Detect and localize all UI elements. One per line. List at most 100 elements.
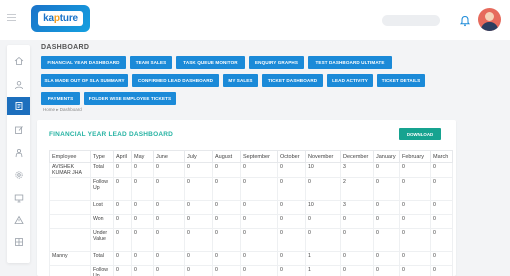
value-cell: 0 bbox=[240, 251, 278, 266]
table-row: Follow Up 0 0 0 0 0 0 0 0 2 0 0 0 bbox=[49, 177, 453, 201]
home-icon[interactable] bbox=[7, 52, 30, 70]
value-cell: 0 bbox=[430, 228, 453, 252]
test-dashboard-ultimate-button[interactable]: TEST DASHBOARD ULTIMATE bbox=[308, 56, 392, 69]
value-cell: 0 bbox=[305, 177, 341, 201]
column-header: January bbox=[373, 150, 400, 163]
menu-icon[interactable] bbox=[7, 14, 16, 22]
value-cell: 0 bbox=[430, 177, 453, 201]
value-cell: 0 bbox=[184, 162, 213, 178]
value-cell: 0 bbox=[131, 200, 154, 215]
value-cell: 0 bbox=[212, 162, 241, 178]
sidebar bbox=[7, 45, 30, 263]
search-input[interactable] bbox=[382, 15, 440, 26]
value-cell: 0 bbox=[399, 200, 431, 215]
value-cell: 0 bbox=[113, 265, 132, 276]
value-cell: 0 bbox=[373, 228, 400, 252]
grid-icon[interactable] bbox=[7, 233, 30, 251]
value-cell: 0 bbox=[373, 177, 400, 201]
team-sales-button[interactable]: TEAM SALES bbox=[130, 56, 172, 69]
value-cell: 0 bbox=[113, 177, 132, 201]
value-cell: 0 bbox=[399, 162, 431, 178]
ticket-dashboard-button[interactable]: TICKET DASHBOARD bbox=[262, 74, 323, 87]
value-cell: 0 bbox=[373, 214, 400, 229]
value-cell: 0 bbox=[131, 162, 154, 178]
lead-table: Employee Type April May June July August… bbox=[49, 150, 453, 276]
value-cell: 0 bbox=[113, 228, 132, 252]
value-cell: 0 bbox=[430, 251, 453, 266]
user-avatar[interactable] bbox=[478, 8, 501, 31]
monitor-icon[interactable] bbox=[7, 189, 30, 207]
confirmed-lead-dashboard-button[interactable]: CONFIRMED LEAD DASHBOARD bbox=[132, 74, 219, 87]
edit-icon[interactable] bbox=[7, 121, 30, 139]
employee-cell bbox=[49, 228, 91, 252]
document-icon[interactable] bbox=[7, 97, 30, 115]
person-icon[interactable] bbox=[7, 144, 30, 162]
value-cell: 0 bbox=[113, 200, 132, 215]
value-cell: 0 bbox=[131, 214, 154, 229]
value-cell: 0 bbox=[153, 162, 185, 178]
value-cell: 0 bbox=[240, 177, 278, 201]
column-header: June bbox=[153, 150, 185, 163]
value-cell: 0 bbox=[212, 200, 241, 215]
employee-cell bbox=[49, 200, 91, 215]
value-cell: 0 bbox=[153, 251, 185, 266]
logo-text-c: ture bbox=[59, 13, 78, 24]
value-cell: 0 bbox=[113, 251, 132, 266]
value-cell: 2 bbox=[340, 177, 374, 201]
financial-year-lead-card: FINANCIAL YEAR LEAD DASHBOARD DOWNLOAD E… bbox=[37, 120, 456, 276]
sla-summary-button[interactable]: SLA MADE OUT OF SLA SUMMARY bbox=[41, 74, 128, 87]
bell-icon[interactable] bbox=[459, 15, 471, 27]
column-header: September bbox=[240, 150, 278, 163]
column-header: February bbox=[399, 150, 431, 163]
settings-icon[interactable] bbox=[7, 166, 30, 184]
value-cell: 0 bbox=[240, 200, 278, 215]
value-cell: 0 bbox=[153, 228, 185, 252]
value-cell: 0 bbox=[430, 162, 453, 178]
employee-cell: AVISHEK KUMAR JHA bbox=[49, 162, 91, 178]
lead-activity-button[interactable]: LEAD ACTIVITY bbox=[327, 74, 373, 87]
value-cell: 0 bbox=[430, 200, 453, 215]
enquiry-graphs-button[interactable]: ENQUIRY GRAPHS bbox=[249, 56, 304, 69]
financial-year-dashboard-button[interactable]: FINANCIAL YEAR DASHBOARD bbox=[41, 56, 126, 69]
employee-cell bbox=[49, 214, 91, 229]
value-cell: 0 bbox=[212, 265, 241, 276]
download-button[interactable]: DOWNLOAD bbox=[399, 128, 441, 140]
value-cell: 0 bbox=[184, 177, 213, 201]
user-icon[interactable] bbox=[7, 76, 30, 94]
folder-wise-employee-tickets-button[interactable]: FOLDER WISE EMPLOYEE TICKETS bbox=[84, 92, 176, 105]
value-cell: 0 bbox=[240, 265, 278, 276]
page-title: DASHBOARD bbox=[41, 44, 90, 51]
column-header: July bbox=[184, 150, 213, 163]
value-cell: 3 bbox=[340, 162, 374, 178]
value-cell: 0 bbox=[153, 265, 185, 276]
employee-cell: Manny bbox=[49, 251, 91, 266]
value-cell: 0 bbox=[131, 177, 154, 201]
payments-button[interactable]: PAYMENTS bbox=[41, 92, 80, 105]
value-cell: 0 bbox=[212, 251, 241, 266]
table-header-row: Employee Type April May June July August… bbox=[49, 150, 453, 163]
value-cell: 0 bbox=[212, 228, 241, 252]
value-cell: 0 bbox=[430, 265, 453, 276]
ticket-details-button[interactable]: TICKET DETAILS bbox=[377, 74, 425, 87]
value-cell: 0 bbox=[277, 251, 306, 266]
value-cell: 0 bbox=[305, 228, 341, 252]
column-header: March bbox=[430, 150, 453, 163]
value-cell: 1 bbox=[305, 265, 341, 276]
type-cell: Total bbox=[90, 162, 114, 178]
value-cell: 0 bbox=[277, 228, 306, 252]
alert-icon[interactable] bbox=[7, 211, 30, 229]
value-cell: 0 bbox=[373, 265, 400, 276]
my-sales-button[interactable]: MY SALES bbox=[223, 74, 258, 87]
type-cell: Follow Up bbox=[90, 265, 114, 276]
task-queue-monitor-button[interactable]: TASK QUEUE MONITOR bbox=[176, 56, 245, 69]
kapture-logo[interactable]: kapture bbox=[31, 5, 90, 32]
value-cell: 0 bbox=[153, 214, 185, 229]
value-cell: 0 bbox=[340, 214, 374, 229]
column-header: Type bbox=[90, 150, 114, 163]
table-row: Won 0 0 0 0 0 0 0 0 0 0 0 0 bbox=[49, 214, 453, 229]
employee-cell bbox=[49, 177, 91, 201]
top-bar: kapture bbox=[0, 0, 510, 40]
logo-text-a: ka bbox=[43, 13, 54, 24]
value-cell: 0 bbox=[399, 251, 431, 266]
table-row: AVISHEK KUMAR JHA Total 0 0 0 0 0 0 0 10 3 0 0 0 bbox=[49, 162, 453, 178]
